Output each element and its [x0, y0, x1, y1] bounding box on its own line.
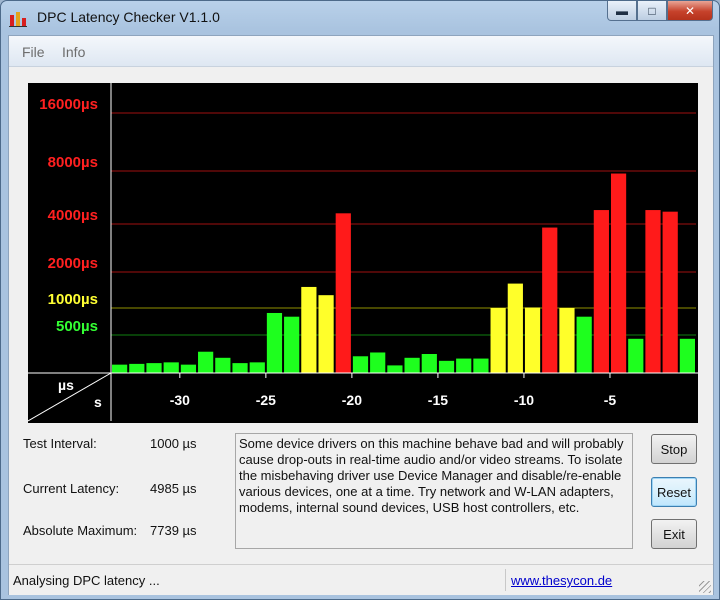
- status-bar: Analysing DPC latency ... www.thesycon.d…: [9, 564, 713, 595]
- window-title: DPC Latency Checker V1.1.0: [37, 9, 220, 25]
- menu-bar: File Info: [9, 36, 713, 67]
- x-tick-label: -20: [342, 392, 362, 408]
- y-level-label: 4000µs: [48, 207, 98, 224]
- status-divider: [505, 569, 506, 591]
- maximize-button[interactable]: □: [637, 1, 667, 21]
- latency-bar: [301, 286, 317, 373]
- minimize-button[interactable]: ▬: [607, 1, 637, 21]
- latency-bar: [507, 283, 523, 373]
- latency-bar: [266, 312, 283, 373]
- close-icon: ✕: [684, 3, 696, 18]
- client-area: File Info 16000µs 8000µs 4000µs 2000µs 1000µ…: [8, 35, 714, 595]
- latency-bar: [129, 363, 145, 373]
- y-unit-label: µs: [58, 377, 74, 393]
- latency-bar: [198, 351, 214, 373]
- latency-bar: [163, 362, 179, 373]
- latency-bar: [593, 210, 609, 373]
- latency-bar: [542, 227, 558, 373]
- x-tick-label: -15: [428, 392, 448, 408]
- resize-grip-icon[interactable]: [699, 581, 711, 593]
- y-level-label: 8000µs: [48, 154, 98, 171]
- y-level-label: 16000µs: [39, 96, 98, 113]
- status-text: Analysing DPC latency ...: [13, 573, 160, 588]
- latency-bar: [404, 357, 420, 373]
- x-unit-label: s: [94, 394, 102, 410]
- latency-bar: [387, 365, 403, 373]
- absolute-maximum-label: Absolute Maximum:: [23, 523, 138, 538]
- stop-button[interactable]: Stop: [651, 434, 697, 464]
- website-link[interactable]: www.thesycon.de: [511, 573, 612, 588]
- latency-bar: [284, 316, 300, 373]
- test-interval-label: Test Interval:: [23, 436, 97, 451]
- app-window: DPC Latency Checker V1.1.0 ▬ □ ✕ File In…: [0, 0, 720, 600]
- y-level-label: 2000µs: [48, 255, 98, 272]
- latency-bar: [249, 362, 265, 373]
- x-tick-label: -25: [256, 392, 276, 408]
- latency-bar: [215, 357, 231, 373]
- latency-bar: [524, 307, 541, 373]
- latency-bar: [662, 211, 678, 373]
- latency-bar: [335, 213, 351, 373]
- latency-bar: [232, 363, 248, 373]
- current-latency-label: Current Latency:: [23, 481, 120, 496]
- title-bar[interactable]: DPC Latency Checker V1.1.0 ▬ □ ✕: [1, 1, 719, 35]
- menu-file[interactable]: File: [22, 44, 45, 60]
- latency-chart-svg: 16000µs 8000µs 4000µs 2000µs 1000µs 500µs µs s -…: [28, 83, 698, 422]
- latency-bar: [456, 358, 472, 373]
- latency-bar: [146, 363, 162, 373]
- latency-bar: [318, 295, 334, 373]
- latency-bar: [370, 352, 386, 373]
- app-icon: [9, 12, 27, 27]
- exit-button[interactable]: Exit: [651, 519, 697, 549]
- menu-info[interactable]: Info: [62, 44, 85, 60]
- latency-bar: [438, 360, 455, 373]
- x-tick-label: -5: [604, 392, 617, 408]
- reset-button[interactable]: Reset: [651, 477, 697, 507]
- current-latency-value: 4985 µs: [150, 481, 197, 496]
- latency-bar: [352, 356, 369, 373]
- close-button[interactable]: ✕: [667, 1, 713, 21]
- minimize-icon: ▬: [616, 3, 628, 18]
- x-tick-label: -30: [170, 392, 190, 408]
- test-interval-value: 1000 µs: [150, 436, 197, 451]
- latency-bar: [645, 210, 661, 373]
- y-level-label: 500µs: [56, 318, 98, 335]
- latency-chart: 16000µs 8000µs 4000µs 2000µs 1000µs 500µs µs s -…: [28, 83, 698, 423]
- latency-bar: [559, 308, 575, 373]
- diagnostic-message: Some device drivers on this machine beha…: [235, 433, 633, 549]
- absolute-maximum-value: 7739 µs: [150, 523, 197, 538]
- latency-bar: [473, 358, 489, 373]
- latency-bar: [490, 308, 506, 373]
- latency-bar: [421, 354, 437, 373]
- y-level-label: 1000µs: [48, 291, 98, 308]
- latency-bar: [628, 338, 644, 373]
- x-tick-label: -10: [514, 392, 534, 408]
- latency-bar: [576, 316, 592, 373]
- latency-bar: [610, 173, 627, 373]
- maximize-icon: □: [648, 3, 656, 18]
- latency-bar: [112, 364, 128, 373]
- latency-bar: [180, 364, 197, 373]
- latency-bar: [679, 338, 695, 373]
